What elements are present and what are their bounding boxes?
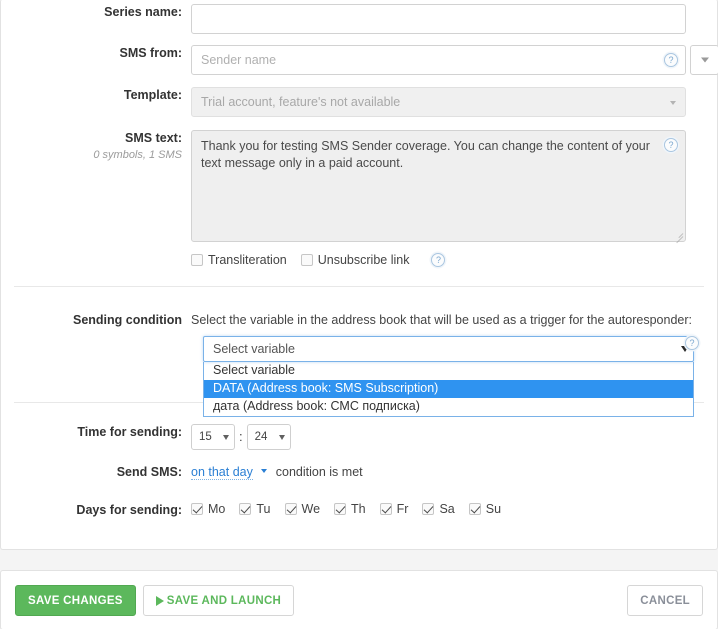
cancel-button[interactable]: CANCEL — [627, 585, 703, 616]
unsubscribe-link-label: Unsubscribe link — [317, 253, 410, 267]
day-label-tu: Tu — [256, 502, 271, 516]
days-for-sending-label: Days for sending: — [76, 503, 182, 517]
chevron-down-icon — [223, 435, 229, 440]
day-checkbox-we[interactable] — [284, 503, 297, 515]
template-label: Template: — [123, 88, 182, 102]
day-checkbox-su[interactable] — [468, 503, 481, 515]
hours-select[interactable]: 15 — [191, 424, 235, 450]
variable-option[interactable]: Select variable — [204, 362, 693, 380]
sms-text-counter: 0 symbols, 1 SMS — [93, 149, 182, 161]
day-checkbox-fr[interactable] — [379, 503, 392, 515]
help-icon-text-options[interactable]: ? — [431, 253, 446, 267]
row-days-for-sending: Days for sending: Mo Tu We Th Fr Sa Su — [1, 502, 717, 518]
sms-text-label: SMS text: 0 symbols, 1 SMS — [1, 130, 191, 163]
send-sms-timing-link[interactable]: on that day — [191, 465, 253, 480]
row-time-for-sending: Time for sending: 15 : 24 — [1, 424, 717, 450]
variable-combobox: Select variable Select variable DATA (Ad… — [203, 336, 694, 417]
divider-top — [14, 286, 704, 287]
send-sms-label: Send SMS: — [116, 465, 182, 479]
transliteration-checkbox[interactable] — [191, 254, 203, 266]
day-label-fr: Fr — [396, 502, 409, 516]
day-label-su: Su — [485, 502, 502, 516]
day-label-we: We — [301, 502, 321, 516]
row-series-name: Series name: — [1, 4, 717, 34]
minutes-value: 24 — [254, 431, 268, 443]
chevron-down-icon — [278, 435, 285, 440]
time-separator: : — [239, 429, 243, 444]
row-send-sms: Send SMS: on that day condition is met — [1, 464, 717, 480]
day-label-sa: Sa — [439, 502, 455, 516]
template-select[interactable]: Trial account, feature's not available — [191, 87, 686, 117]
day-checkbox-sa[interactable] — [422, 503, 435, 515]
sms-text-textarea[interactable] — [191, 130, 686, 242]
template-select-value: Trial account, feature's not available — [201, 95, 401, 109]
footer-panel: SAVE CHANGES SAVE AND LAUNCH CANCEL — [0, 570, 718, 629]
chevron-down-icon — [670, 101, 676, 105]
sms-from-dropdown-button[interactable] — [690, 45, 718, 75]
help-icon-sms-from[interactable]: ? — [664, 53, 678, 67]
sending-condition-label: Sending condition — [72, 313, 182, 327]
variable-option-selected[interactable]: DATA (Address book: SMS Subscription) — [204, 380, 693, 398]
day-checkbox-th[interactable] — [334, 503, 347, 515]
chevron-down-icon — [261, 468, 268, 473]
sms-from-label: SMS from: — [119, 46, 183, 60]
form-panel: Series name: SMS from: ? Template: — [0, 0, 718, 550]
unsubscribe-link-checkbox[interactable] — [300, 254, 313, 266]
help-icon-sending-condition[interactable]: ? — [685, 336, 699, 350]
time-for-sending-label: Time for sending: — [77, 425, 182, 439]
series-name-input[interactable] — [191, 4, 686, 34]
variable-option[interactable]: дата (Address book: СМС подписка) — [204, 398, 693, 416]
help-icon-sms-text[interactable]: ? — [664, 138, 678, 152]
sms-text-label-text: SMS text: — [125, 131, 182, 145]
day-checkbox-tu[interactable] — [239, 503, 252, 515]
row-sending-condition: Sending condition Select the variable in… — [1, 312, 717, 328]
save-and-launch-button[interactable]: SAVE AND LAUNCH — [142, 585, 295, 616]
minutes-select[interactable]: 24 — [246, 424, 291, 450]
hours-value: 15 — [199, 431, 212, 443]
row-template: Template: Trial account, feature's not a… — [1, 87, 717, 117]
row-sms-from: SMS from: ? — [1, 45, 718, 75]
chevron-down-icon — [700, 57, 709, 63]
day-label-mo: Mo — [208, 502, 226, 516]
day-label-th: Th — [351, 502, 366, 516]
row-sms-text: SMS text: 0 symbols, 1 SMS ? — [1, 130, 717, 244]
variable-combobox-value: Select variable — [213, 342, 295, 356]
sending-condition-description: Select the variable in the address book … — [191, 313, 692, 327]
save-and-launch-label: SAVE AND LAUNCH — [166, 594, 282, 607]
series-name-label: Series name: — [104, 5, 182, 19]
play-icon — [155, 595, 164, 606]
variable-combobox-input[interactable]: Select variable — [203, 336, 694, 362]
save-changes-button[interactable]: SAVE CHANGES — [15, 585, 136, 616]
sms-from-input[interactable] — [191, 45, 686, 75]
day-checkbox-mo[interactable] — [191, 503, 203, 515]
variable-combobox-options: Select variable DATA (Address book: SMS … — [203, 362, 694, 417]
row-text-options: Transliteration Unsubscribe link ? — [1, 253, 717, 267]
sms-autoresponder-form-screen: Series name: SMS from: ? Template: — [0, 0, 718, 629]
send-sms-suffix: condition is met — [275, 465, 363, 479]
transliteration-label: Transliteration — [208, 253, 287, 267]
